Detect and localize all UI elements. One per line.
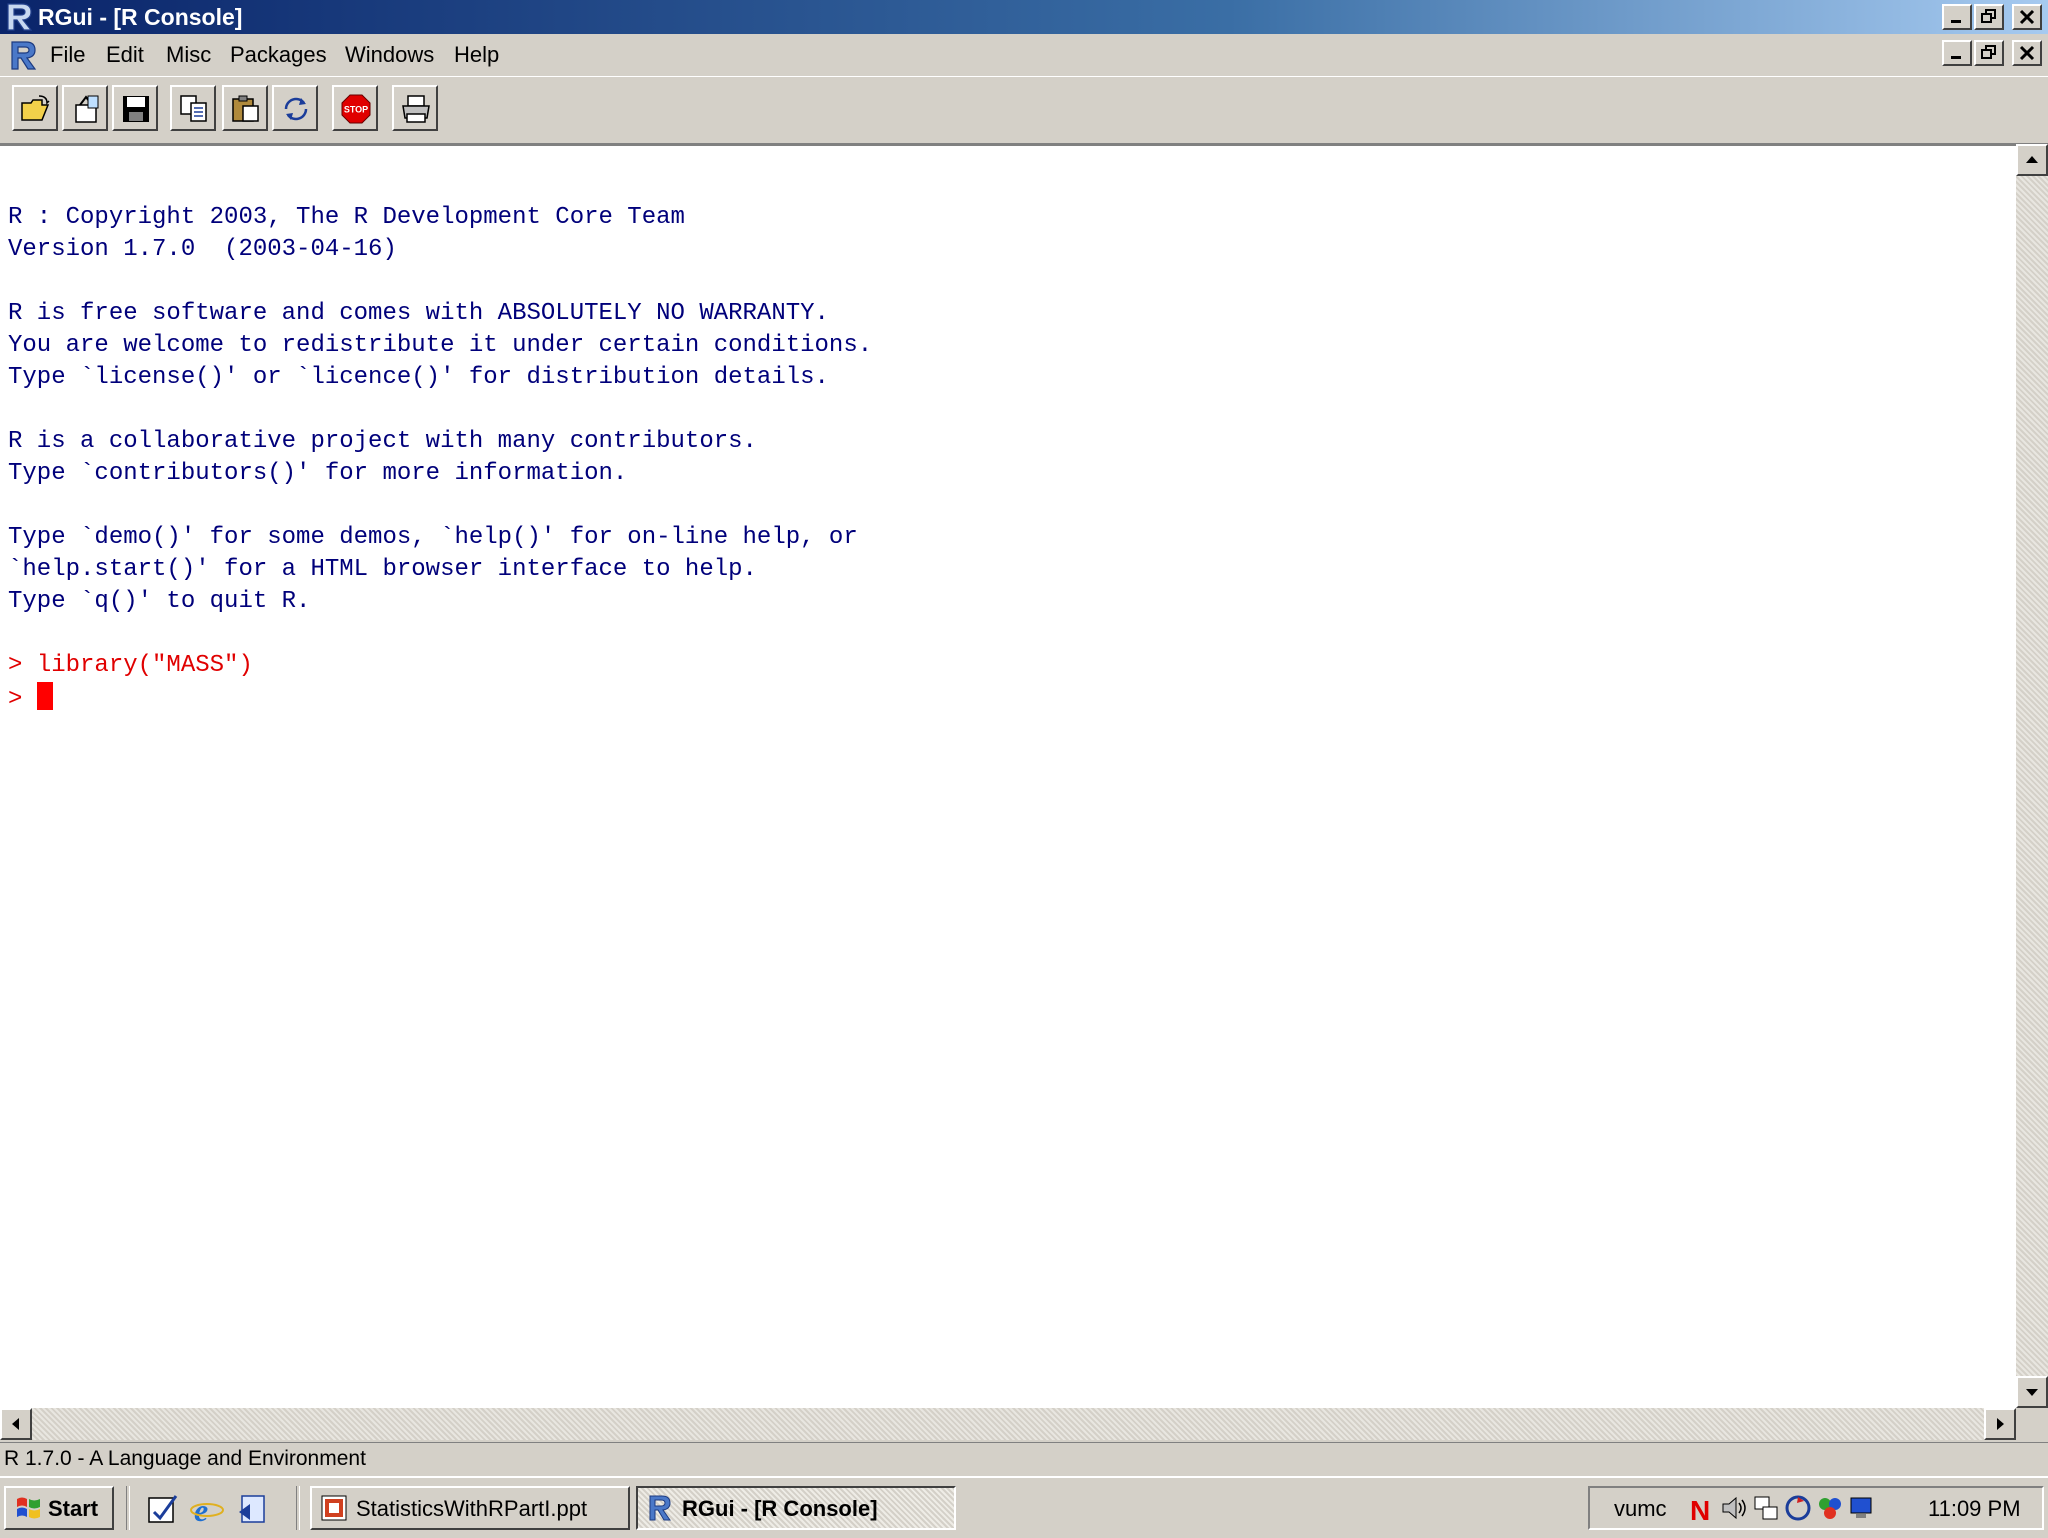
volume-icon[interactable] <box>1720 1494 1748 1522</box>
restore-icon <box>1981 45 1996 59</box>
quick-launch-desktop-icon[interactable] <box>146 1492 180 1526</box>
arrow-left-icon <box>12 1418 19 1430</box>
close-button[interactable] <box>2012 4 2042 30</box>
refresh-icon <box>284 97 308 121</box>
monitor-icon[interactable] <box>1848 1494 1876 1522</box>
arrow-right-icon <box>1997 1418 2004 1430</box>
console-line: Type `license()' or `licence()' for dist… <box>8 364 829 391</box>
sync-icon[interactable] <box>1784 1494 1812 1522</box>
tray-user: vumc <box>1614 1496 1667 1521</box>
scroll-right-button[interactable] <box>1984 1408 2016 1440</box>
copy-icon <box>180 95 207 122</box>
load-workspace-icon <box>75 95 99 123</box>
load-workspace-button[interactable] <box>62 85 108 131</box>
status-bar: R 1.7.0 - A Language and Environment <box>0 1442 2048 1475</box>
console-line: Type `demo()' for some demos, `help()' f… <box>8 524 858 551</box>
r-logo-icon <box>649 1495 671 1521</box>
console-line: R is a collaborative project with many c… <box>8 428 757 455</box>
svg-text:e: e <box>194 1492 208 1526</box>
stop-label: STOP <box>344 105 368 115</box>
menu-edit[interactable]: Edit <box>106 42 144 68</box>
powerpoint-file-icon <box>321 1495 347 1521</box>
messenger-icon[interactable] <box>1816 1494 1844 1522</box>
windows-logo-icon <box>17 1497 40 1519</box>
taskbar-separator <box>126 1486 130 1530</box>
start-button[interactable]: Start <box>4 1486 114 1530</box>
console-line: Version 1.7.0 (2003-04-16) <box>8 236 397 263</box>
close-icon <box>2019 9 2035 25</box>
tray-n-label: N <box>1690 1495 1710 1522</box>
status-text: R 1.7.0 - A Language and Environment <box>4 1447 366 1470</box>
scroll-up-button[interactable] <box>2016 144 2048 176</box>
print-icon <box>402 95 430 123</box>
prompt: > <box>8 652 23 679</box>
task-powerpoint[interactable]: StatisticsWithRPartI.ppt <box>310 1486 630 1530</box>
menu-windows[interactable]: Windows <box>345 42 434 68</box>
console-line: Type `q()' to quit R. <box>8 588 311 615</box>
network-icon[interactable] <box>1752 1494 1780 1522</box>
minimize-button[interactable] <box>1942 4 1972 30</box>
clock: 11:09 PM <box>1928 1496 2021 1521</box>
save-button[interactable] <box>112 85 158 131</box>
r-logo-icon <box>7 3 33 31</box>
scroll-down-button[interactable] <box>2016 1376 2048 1408</box>
console-line: Type `contributors()' for more informati… <box>8 460 628 487</box>
menu-misc[interactable]: Misc <box>166 42 211 68</box>
title-bar[interactable]: RGui - [R Console] <box>0 0 2048 34</box>
scroll-left-button[interactable] <box>0 1408 32 1440</box>
outlook-express-icon[interactable] <box>236 1492 270 1526</box>
menu-help[interactable]: Help <box>454 42 499 68</box>
norton-n-icon[interactable]: N <box>1688 1494 1716 1522</box>
horizontal-scrollbar[interactable] <box>0 1408 2016 1440</box>
open-script-icon <box>21 95 50 121</box>
text-cursor[interactable] <box>36 682 53 710</box>
close-icon <box>2019 45 2035 61</box>
size-grip[interactable] <box>2016 1408 2048 1440</box>
child-close-button[interactable] <box>2012 40 2042 66</box>
r-console-icon[interactable] <box>8 39 38 71</box>
paste-button[interactable] <box>222 85 268 131</box>
minimize-icon <box>1951 20 1961 23</box>
console-output: R : Copyright 2003, The R Development Co… <box>8 202 872 716</box>
console-line: R : Copyright 2003, The R Development Co… <box>8 204 685 231</box>
menu-bar: File Edit Misc Packages Windows Help <box>0 34 2048 77</box>
task-label: RGui - [R Console] <box>682 1496 878 1521</box>
task-rgui[interactable]: RGui - [R Console] <box>636 1486 956 1530</box>
internet-explorer-icon[interactable]: e <box>190 1492 224 1526</box>
system-tray: vumc N 11:09 PM <box>1588 1486 2044 1530</box>
task-label: StatisticsWithRPartI.ppt <box>356 1496 588 1521</box>
open-script-button[interactable] <box>12 85 58 131</box>
arrow-down-icon <box>2026 1389 2038 1396</box>
start-label: Start <box>48 1496 99 1521</box>
stop-icon: STOP <box>341 94 371 124</box>
stop-button[interactable]: STOP <box>332 85 378 131</box>
paste-icon <box>232 95 259 122</box>
console-area[interactable]: R : Copyright 2003, The R Development Co… <box>0 144 2016 1410</box>
prompt: > <box>8 686 23 713</box>
refresh-button[interactable] <box>272 85 318 131</box>
console-line: You are welcome to redistribute it under… <box>8 332 873 359</box>
save-icon <box>123 96 149 122</box>
console-line: R is free software and comes with ABSOLU… <box>8 300 829 327</box>
taskbar: Start e StatisticsWithRPartI.ppt RGui - … <box>0 1476 2048 1538</box>
arrow-up-icon <box>2026 156 2038 163</box>
copy-button[interactable] <box>170 85 216 131</box>
print-button[interactable] <box>392 85 438 131</box>
menu-file[interactable]: File <box>50 42 85 68</box>
vertical-scrollbar[interactable] <box>2016 144 2048 1408</box>
child-restore-button[interactable] <box>1974 40 2004 66</box>
restore-icon <box>1981 9 1996 23</box>
window-title: RGui - [R Console] <box>38 4 243 30</box>
minimize-icon <box>1951 56 1961 59</box>
menu-packages[interactable]: Packages <box>230 42 327 68</box>
restore-button[interactable] <box>1974 4 2004 30</box>
entered-command: library("MASS") <box>36 652 253 679</box>
taskbar-separator <box>296 1486 300 1530</box>
console-line: `help.start()' for a HTML browser interf… <box>8 556 757 583</box>
child-minimize-button[interactable] <box>1942 40 1972 66</box>
toolbar: STOP <box>0 76 2048 145</box>
